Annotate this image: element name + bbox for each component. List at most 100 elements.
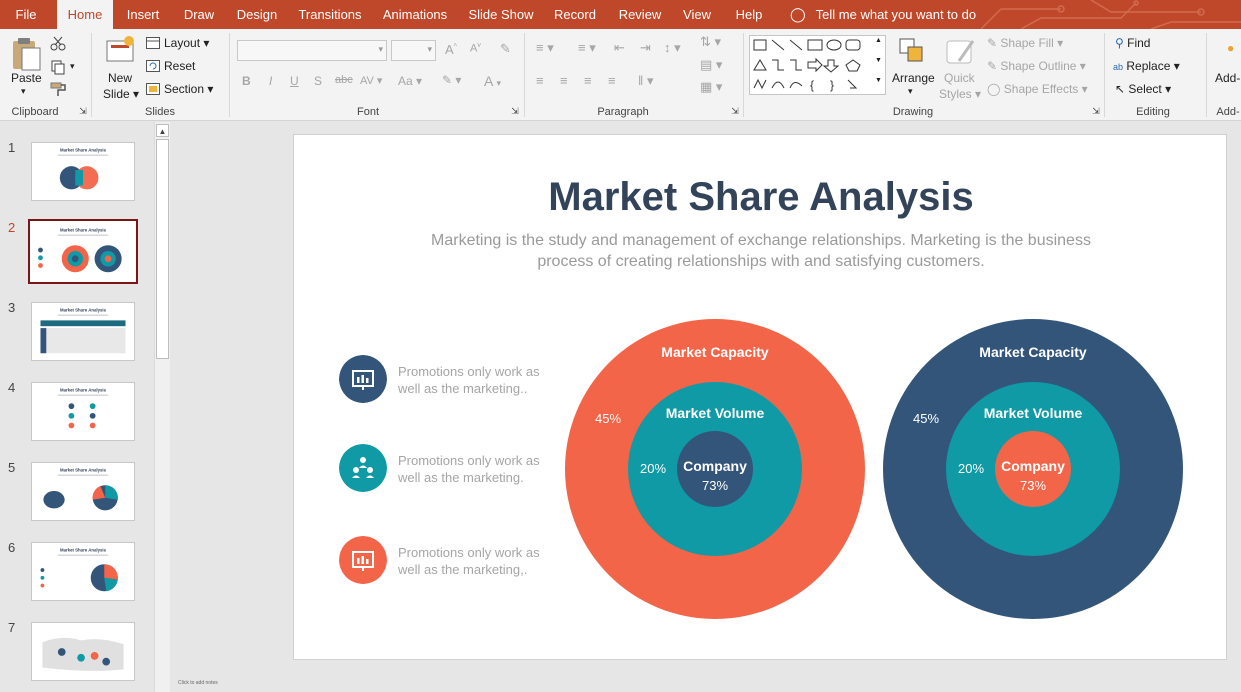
addins-button[interactable]: Add- — [1215, 71, 1240, 85]
slide-subtitle[interactable]: Marketing is the study and management of… — [394, 230, 1128, 272]
slide-thumbnail[interactable]: Market Share Analysis — [31, 542, 135, 601]
paste-dropdown-icon[interactable]: ▾ — [21, 86, 26, 97]
slide-thumbnail[interactable]: Market Share Analysis — [28, 219, 138, 284]
paragraph-launcher-icon[interactable]: ⇲ — [730, 106, 740, 117]
clipboard-launcher-icon[interactable]: ⇲ — [78, 106, 88, 117]
tab-transitions[interactable]: Transitions — [296, 0, 364, 29]
font-launcher-icon[interactable]: ⇲ — [510, 106, 520, 117]
shape-outline-button[interactable]: ✎ Shape Outline ▾ — [987, 59, 1086, 73]
section-button[interactable]: Section ▾ — [164, 82, 213, 96]
slide-title[interactable]: Market Share Analysis — [294, 175, 1228, 220]
increase-indent-icon[interactable]: ⇥ — [640, 40, 651, 56]
change-case-button[interactable]: Aa ▾ — [398, 74, 422, 88]
slide-thumbnail[interactable]: Market Share Analysis — [31, 302, 135, 361]
replace-button[interactable]: ab Replace ▾ — [1113, 59, 1180, 73]
new-slide-icon[interactable] — [105, 35, 137, 67]
arrange-dropdown-icon[interactable]: ▾ — [908, 86, 913, 97]
new-slide-label-1[interactable]: New — [108, 71, 132, 85]
market-share-diagram[interactable]: Market Capacity 45% Market Volume 20% Co… — [882, 318, 1184, 620]
paste-button[interactable]: Paste — [11, 71, 42, 85]
format-painter-icon[interactable] — [50, 81, 68, 97]
align-right-icon[interactable]: ≡ — [584, 73, 592, 88]
addins-group-label: Add- — [1216, 106, 1240, 118]
reset-button[interactable]: Reset — [164, 59, 195, 73]
tab-view[interactable]: View — [679, 0, 715, 29]
tab-insert[interactable]: Insert — [120, 0, 166, 29]
bullets-icon[interactable]: ≡ ▾ — [536, 40, 554, 56]
scrollbar-thumb[interactable] — [156, 139, 169, 359]
align-center-icon[interactable]: ≡ — [560, 73, 568, 88]
slide-thumbnail[interactable]: Market Share Analysis — [31, 142, 135, 201]
tab-design[interactable]: Design — [232, 0, 282, 29]
section-icon[interactable] — [146, 83, 160, 95]
quick-styles-icon[interactable] — [945, 37, 977, 67]
copy-icon[interactable] — [50, 59, 66, 75]
font-name-combo[interactable]: ▾ — [237, 40, 387, 61]
paste-icon[interactable] — [10, 36, 42, 72]
tell-me-search[interactable]: ◯ Tell me what you want to do — [790, 0, 976, 29]
scroll-up-icon[interactable]: ▲ — [156, 124, 169, 137]
shape-fill-button[interactable]: ✎ Shape Fill ▾ — [987, 36, 1063, 50]
find-button[interactable]: ⚲ Find — [1115, 36, 1150, 50]
slide-number: 4 — [8, 380, 16, 395]
slide-thumbnail[interactable] — [31, 622, 135, 681]
drawing-launcher-icon[interactable]: ⇲ — [1091, 106, 1101, 117]
layout-icon[interactable] — [146, 37, 160, 49]
arrange-icon[interactable] — [898, 37, 928, 65]
market-volume-label: Market Volume — [984, 405, 1083, 421]
market-capacity-pct: 45% — [595, 411, 621, 426]
char-spacing-button[interactable]: AV ▾ — [360, 74, 382, 87]
shapes-scroll-up-icon[interactable]: ▲ — [875, 37, 882, 44]
slide-thumbnail[interactable]: Market Share Analysis — [31, 382, 135, 441]
arrange-button[interactable]: Arrange — [892, 71, 935, 85]
shapes-scroll-down-icon[interactable]: ▼ — [875, 57, 882, 64]
layout-button[interactable]: Layout ▾ — [164, 36, 209, 50]
presentation-board-icon — [339, 536, 387, 584]
copy-dropdown-icon[interactable]: ▾ — [70, 61, 75, 72]
decrease-indent-icon[interactable]: ⇤ — [614, 40, 625, 56]
decrease-font-icon[interactable]: Av — [470, 42, 481, 55]
select-button[interactable]: ↖ Select ▾ — [1115, 82, 1171, 96]
tab-help[interactable]: Help — [730, 0, 768, 29]
tab-file[interactable]: File — [6, 0, 46, 29]
italic-button[interactable]: I — [269, 74, 272, 88]
highlight-icon[interactable]: ✎ ▾ — [442, 73, 461, 87]
bold-button[interactable]: B — [242, 74, 251, 88]
shapes-gallery[interactable]: {} — [749, 35, 886, 95]
thumbnail-scrollbar[interactable]: ▲ — [154, 122, 170, 692]
quick-styles-label-1[interactable]: Quick — [944, 71, 975, 85]
align-left-icon[interactable]: ≡ — [536, 73, 544, 88]
notes-placeholder[interactable]: Click to add notes — [178, 680, 218, 686]
font-color-icon[interactable]: A ▾ — [484, 73, 501, 89]
shapes-more-icon[interactable]: ▼ — [875, 77, 882, 84]
shape-effects-button[interactable]: ◯ Shape Effects ▾ — [987, 82, 1088, 96]
market-share-diagram[interactable]: Market Capacity 45% Market Volume 20% Co… — [564, 318, 866, 620]
reset-icon[interactable] — [146, 60, 160, 72]
tab-review[interactable]: Review — [614, 0, 666, 29]
shadow-button[interactable]: S — [314, 74, 322, 88]
font-size-combo[interactable]: ▾ — [391, 40, 436, 61]
addins-icon[interactable]: ● — [1227, 41, 1234, 55]
columns-icon[interactable]: ‖ ▾ — [638, 73, 654, 89]
new-slide-label-2[interactable]: Slide ▾ — [103, 87, 139, 101]
align-text-icon[interactable]: ▤ ▾ — [700, 57, 722, 73]
numbering-icon[interactable]: ≡ ▾ — [578, 40, 596, 56]
tab-home[interactable]: Home — [57, 0, 113, 29]
quick-styles-label-2[interactable]: Styles ▾ — [939, 87, 981, 101]
line-spacing-icon[interactable]: ↕ ▾ — [664, 40, 681, 56]
tab-animations[interactable]: Animations — [378, 0, 452, 29]
strikethrough-button[interactable]: abc — [335, 74, 353, 86]
cut-icon[interactable] — [50, 35, 66, 51]
slide-thumbnail[interactable]: Market Share Analysis — [31, 462, 135, 521]
tab-record[interactable]: Record — [550, 0, 600, 29]
smartart-icon[interactable]: ▦ ▾ — [700, 79, 722, 95]
justify-icon[interactable]: ≡ — [608, 73, 616, 88]
text-direction-icon[interactable]: ⇅ ▾ — [700, 34, 721, 50]
slide-canvas[interactable]: Market Share Analysis Marketing is the s… — [293, 134, 1227, 660]
shapes-gallery-icons[interactable]: {} — [750, 36, 878, 94]
underline-button[interactable]: U — [290, 74, 299, 88]
tab-slide-show[interactable]: Slide Show — [466, 0, 536, 29]
clear-format-icon[interactable]: ✎ — [500, 41, 511, 57]
increase-font-icon[interactable]: A^ — [445, 42, 457, 57]
tab-draw[interactable]: Draw — [178, 0, 220, 29]
